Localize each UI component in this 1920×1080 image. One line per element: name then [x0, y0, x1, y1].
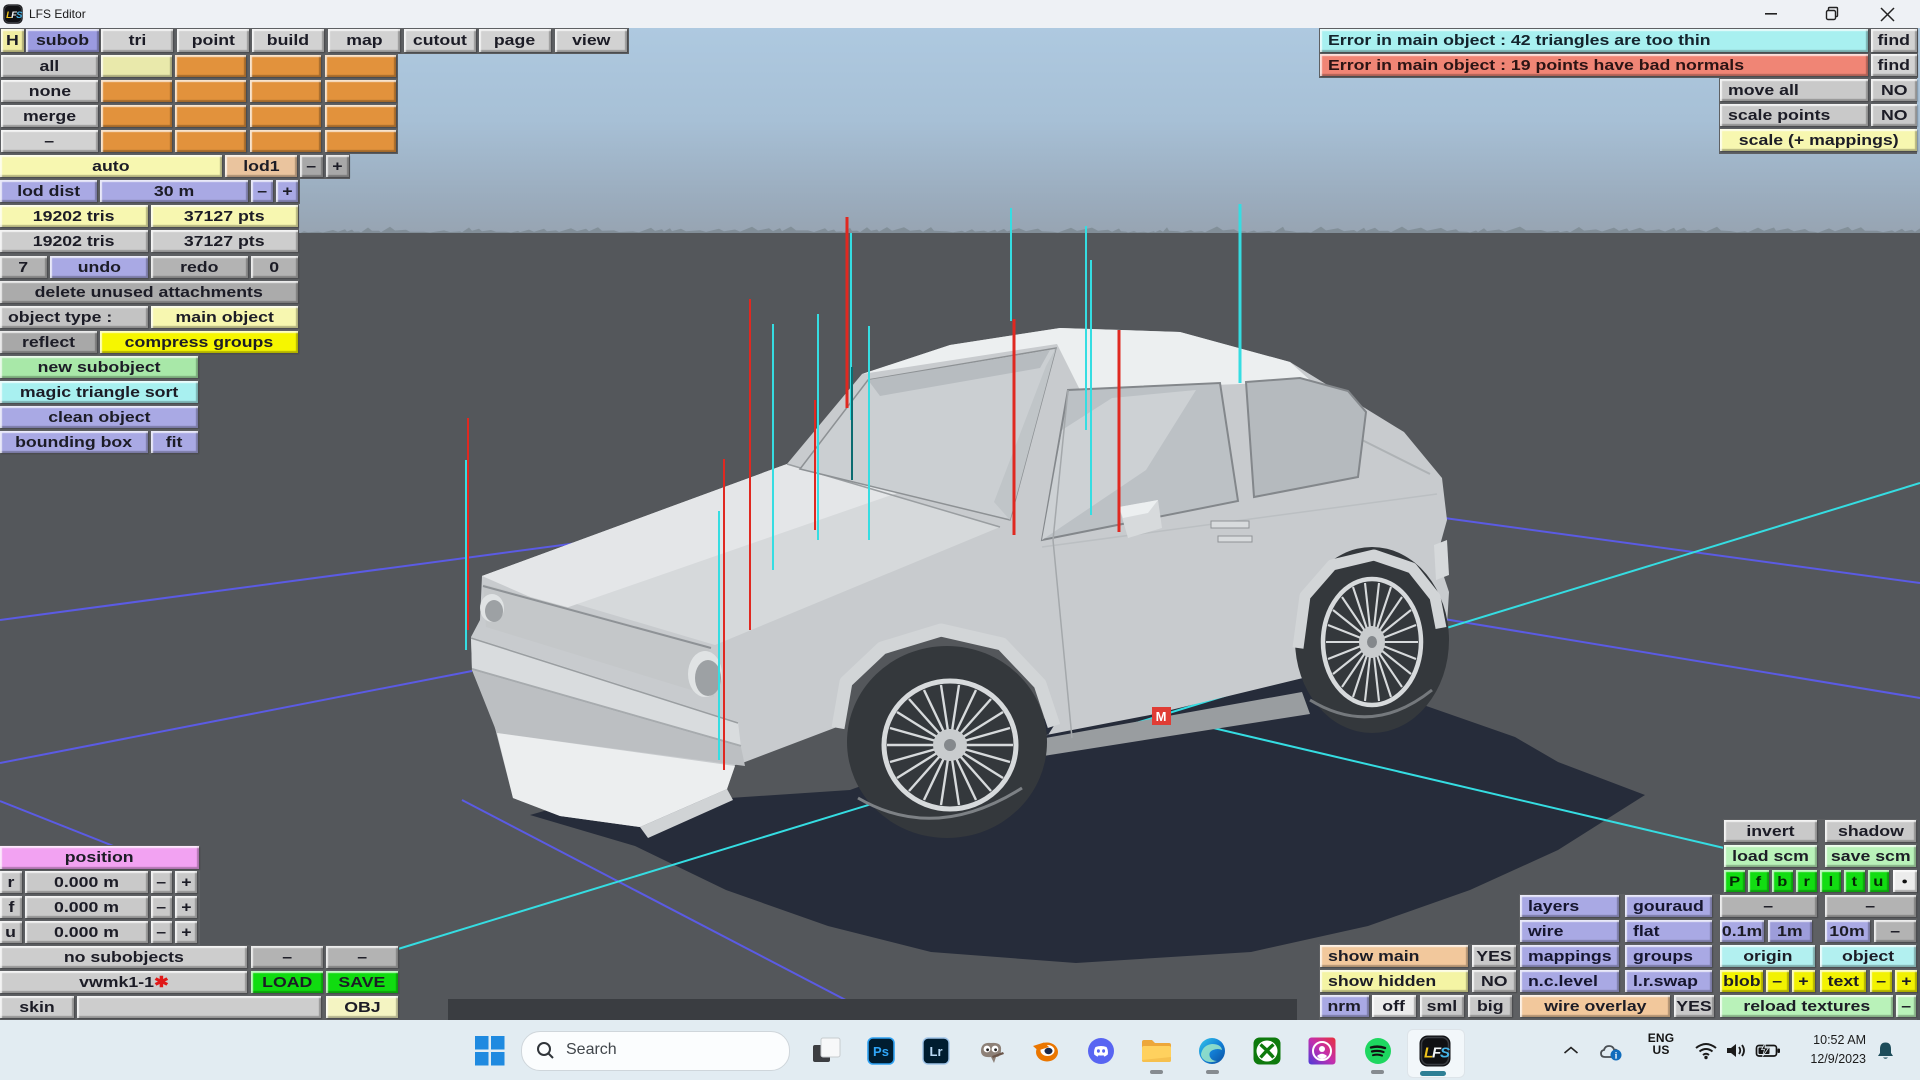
svg-text:LFS: LFS [6, 10, 23, 20]
svg-text:Lr: Lr [930, 1044, 943, 1059]
svg-text:M: M [1156, 709, 1167, 724]
svg-text:Ps: Ps [873, 1044, 889, 1059]
svg-text:LFS: LFS [1424, 1045, 1450, 1062]
